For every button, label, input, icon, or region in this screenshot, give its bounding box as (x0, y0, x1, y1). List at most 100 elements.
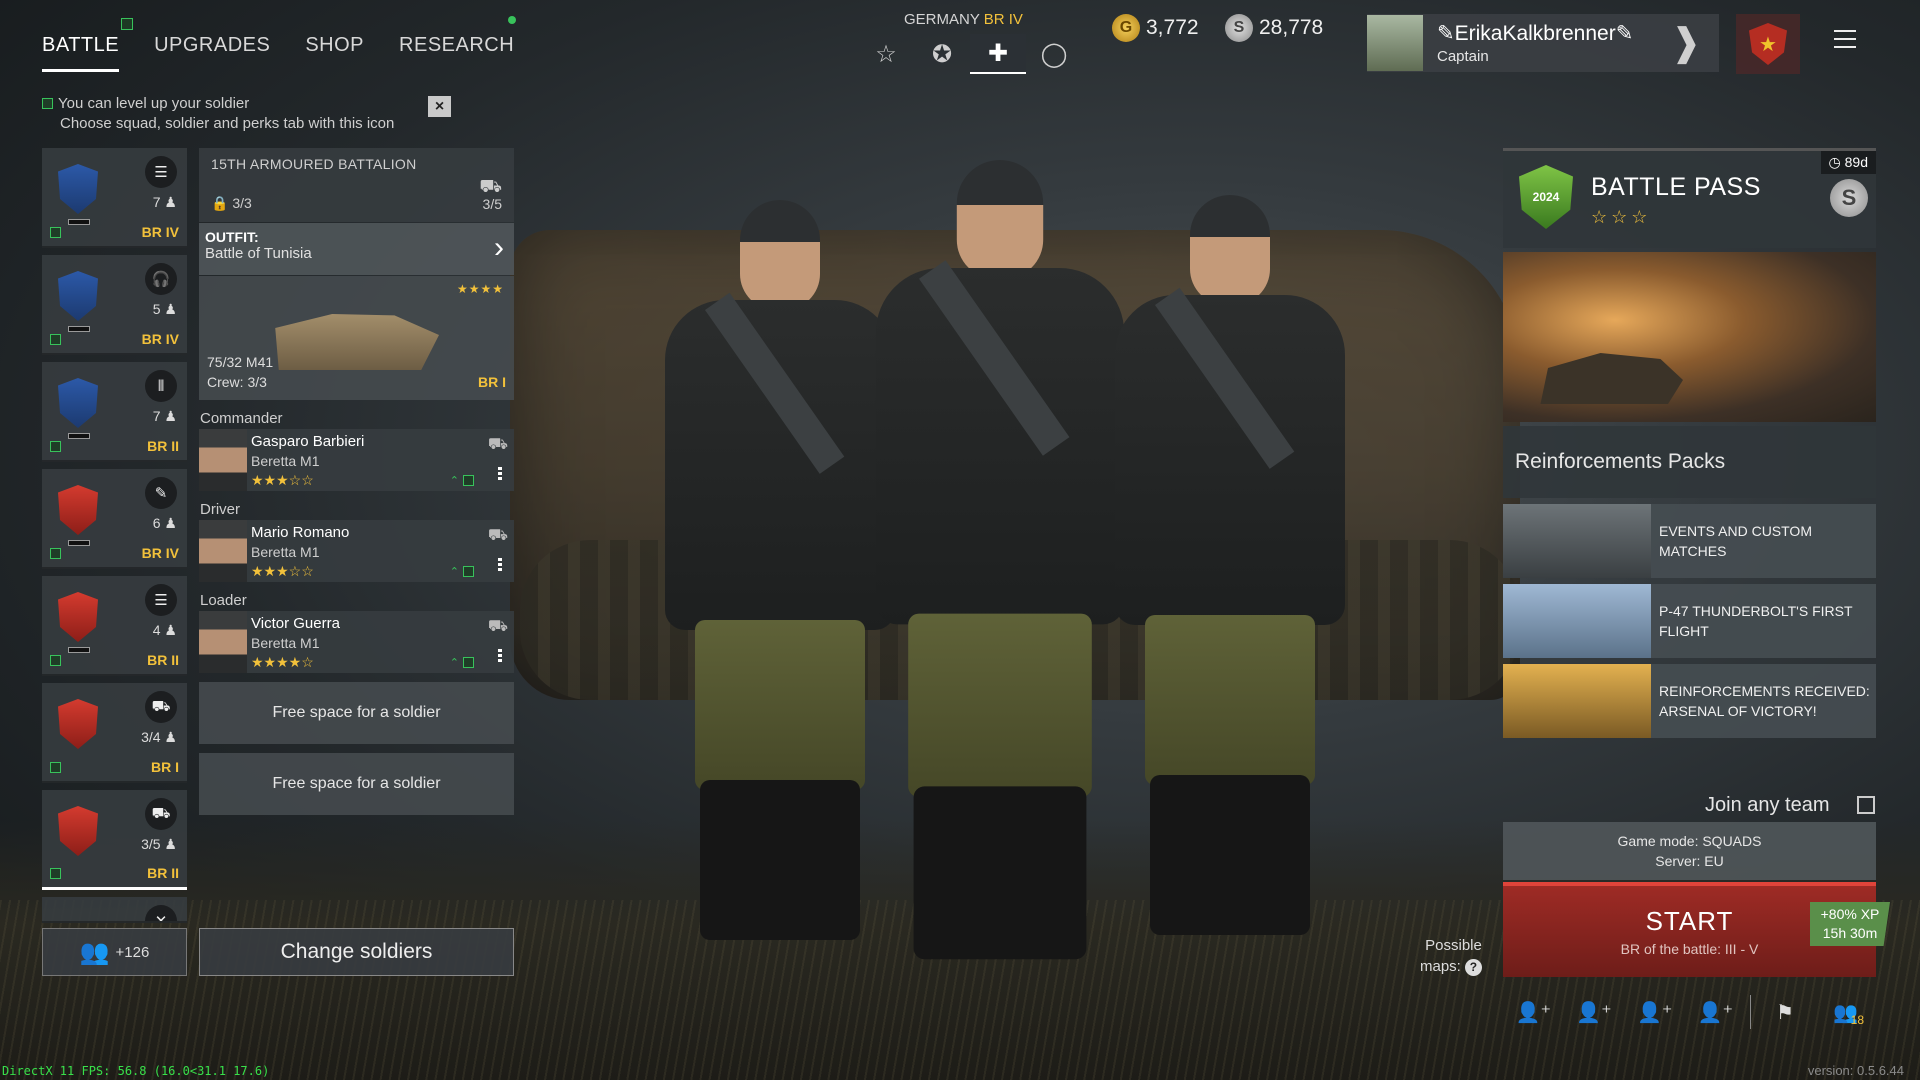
possible-maps[interactable]: Possible maps:? (1420, 935, 1482, 977)
soldier-weapon: Beretta M1 (251, 544, 320, 560)
maps-label: Possible (1425, 937, 1482, 954)
game-mode-info[interactable]: Game mode: SQUADS Server: EU (1503, 822, 1876, 880)
soldier-weapon: Beretta M1 (251, 453, 320, 469)
upgrade-check-icon (463, 566, 474, 577)
flag-icon[interactable]: ⚑ (1755, 1000, 1816, 1025)
gold-balance[interactable]: G 3,772 (1112, 14, 1199, 42)
upgrade-check-icon (50, 227, 61, 238)
soldier-name: Gasparo Barbieri (251, 433, 365, 450)
tab-research[interactable]: RESEARCH (399, 16, 517, 72)
help-icon[interactable]: ? (1464, 959, 1482, 976)
ussr-star-icon[interactable]: ✪ (914, 34, 970, 74)
role-label: Loader (200, 592, 247, 609)
new-indicator-icon (121, 18, 134, 30)
avatar (1367, 15, 1423, 71)
level-up-arrow-icon: ⌃ (449, 566, 459, 578)
squad-emblem-icon (58, 164, 98, 214)
wrench-icon: ✎ (145, 477, 177, 509)
pack-item[interactable]: REINFORCEMENTS RECEIVED: ARSENAL OF VICT… (1503, 664, 1876, 738)
battle-pass-logo-icon: 2024 (1519, 165, 1573, 229)
hamburger-menu-icon[interactable] (1834, 30, 1856, 48)
join-any-team-checkbox[interactable] (1857, 796, 1875, 814)
upgrade-check-icon (50, 548, 61, 559)
soldier-card[interactable]: Gasparo Barbieri Beretta M1 ★★★☆☆ ⛟ ⌃ (199, 429, 514, 491)
squad-list: ☰ 7 ♟ BR IV 🎧 5 ♟ BR IV ⦀ 7 ♟ BR II ✎ 6 … (42, 148, 187, 930)
free-soldier-slot[interactable]: Free space for a soldier (199, 682, 514, 744)
vehicle-card[interactable]: ★★★★ 75/32 M41 Crew: 3/3 BR I (199, 276, 514, 400)
pack-title: EVENTS AND CUSTOM MATCHES (1659, 523, 1812, 559)
soldier-card[interactable]: Mario Romano Beretta M1 ★★★☆☆ ⛟ ⌃ (199, 520, 514, 582)
pack-item[interactable]: P-47 THUNDERBOLT'S FIRST FLIGHT (1503, 584, 1876, 658)
japan-circle-icon[interactable]: ◯ (1026, 34, 1082, 74)
squad-card[interactable]: ✎ 6 ♟ BR IV (42, 469, 187, 569)
upgrade-check-icon (50, 441, 61, 452)
squad-size: 3/5 ♟ (141, 836, 177, 852)
squad-card[interactable]: ⛟ 3/4 ♟ BR I (42, 683, 187, 783)
soldier-weapon: Beretta M1 (251, 635, 320, 651)
tab-shop[interactable]: SHOP (305, 28, 364, 72)
squad-header: 15TH ARMOURED BATTALION ⛟ 🔒 3/3 3/5 (199, 148, 514, 222)
upgrade-check-icon (50, 762, 61, 773)
squad-size: 3/4 ♟ (141, 729, 177, 745)
game-mode: Game mode: SQUADS (1617, 833, 1762, 849)
squad-card-selected[interactable]: ⛟ 3/5 ♟ BR II (42, 790, 187, 890)
tab-label: BATTLE (42, 34, 120, 56)
vehicle-br: BR I (478, 374, 506, 390)
achievements-button[interactable]: ★ (1736, 14, 1800, 74)
silver-balance[interactable]: S 28,778 (1225, 14, 1323, 42)
outfit-selector[interactable]: OUTFIT: Battle of Tunisia › (199, 223, 514, 275)
add-friend-icon[interactable]: 👤⁺ (1564, 1000, 1625, 1025)
change-soldiers-button[interactable]: Change soldiers (199, 928, 514, 976)
player-profile[interactable]: ✎ErikaKalkbrenner✎ Captain ❱ (1367, 14, 1719, 72)
friends-icon[interactable]: 👥 18 (1815, 1000, 1876, 1027)
tank-image (275, 314, 439, 370)
tab-label: UPGRADES (154, 34, 271, 56)
headset-icon: 🎧 (145, 263, 177, 295)
germany-cross-icon[interactable]: ✚ (970, 34, 1026, 74)
level-up-arrow-icon: ⌃ (449, 657, 459, 669)
squad-emblem-icon (58, 699, 98, 749)
more-options-icon[interactable] (498, 649, 502, 663)
usa-star-icon[interactable]: ☆ (858, 34, 914, 74)
add-friend-icon[interactable]: 👤⁺ (1685, 1000, 1746, 1025)
battle-pass-artwork[interactable] (1503, 252, 1876, 422)
more-options-icon[interactable] (498, 467, 502, 481)
add-friend-icon[interactable]: 👤⁺ (1624, 1000, 1685, 1025)
hint-line: Choose squad, soldier and perks tab with… (60, 115, 395, 132)
squad-card[interactable]: ☰ 7 ♟ BR IV (42, 148, 187, 248)
squad-card[interactable]: ⦀ 7 ♟ BR II (42, 362, 187, 462)
squad-card[interactable]: ✕ (42, 897, 187, 923)
soldier-card[interactable]: Victor Guerra Beretta M1 ★★★★☆ ⛟ ⌃ (199, 611, 514, 673)
player-name-text: ErikaKalkbrenner (1454, 22, 1616, 45)
free-soldier-slot[interactable]: Free space for a soldier (199, 753, 514, 815)
pack-thumbnail (1503, 504, 1651, 578)
tab-upgrades[interactable]: UPGRADES (154, 28, 270, 72)
divider (1749, 995, 1751, 1029)
upgrade-check-icon (50, 655, 61, 666)
xp-boost: +80% XP (1820, 906, 1880, 922)
nation-name: GERMANY (904, 11, 980, 28)
pack-item[interactable]: EVENTS AND CUSTOM MATCHES (1503, 504, 1876, 578)
level-up-hint: You can level up your soldier Choose squ… (42, 94, 394, 134)
squad-emblem-icon (58, 271, 98, 321)
more-options-icon[interactable] (498, 558, 502, 572)
notification-dot-icon (508, 16, 517, 24)
fps-counter: DirectX 11 FPS: 56.8 (16.0<31.1 17.6) (2, 1064, 270, 1078)
squad-card[interactable]: ☰ 4 ♟ BR II (42, 576, 187, 676)
xp-boost-badge: +80% XP 15h 30m (1810, 902, 1890, 946)
battle-pass-stars: ☆☆☆ (1591, 207, 1652, 227)
pack-thumbnail (1503, 664, 1651, 738)
reserve-count: +126 (115, 943, 150, 961)
squad-card[interactable]: 🎧 5 ♟ BR IV (42, 255, 187, 355)
add-friend-icon[interactable]: 👤⁺ (1503, 1000, 1564, 1025)
crew-count: 🔒 3/3 (211, 195, 252, 211)
close-hint-button[interactable]: × (428, 96, 451, 117)
reserve-soldiers-button[interactable]: 👥 +126 (42, 928, 187, 976)
squad-size: 5 ♟ (152, 301, 177, 317)
upgrade-check-icon (50, 868, 61, 879)
tab-label: RESEARCH (399, 34, 515, 56)
battle-pass-card[interactable]: 2024 BATTLE PASS ☆☆☆ ◷ 89d S (1503, 148, 1876, 248)
vehicle-count: 3/5 (482, 196, 502, 212)
list-icon: ☰ (145, 156, 177, 188)
tab-battle[interactable]: BATTLE (42, 18, 134, 72)
